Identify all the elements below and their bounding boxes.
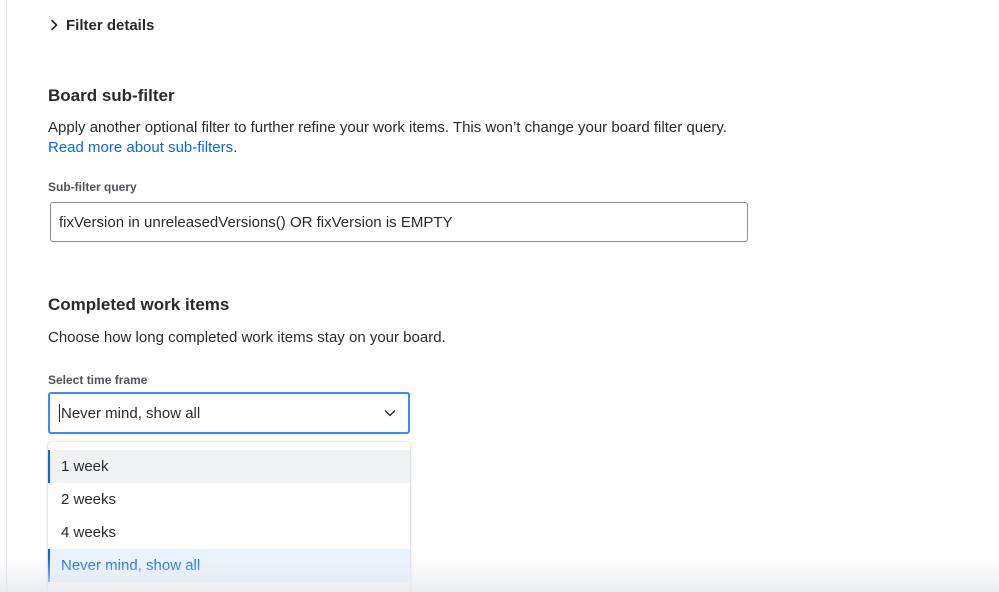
subfilter-description: Apply another optional filter to further… (48, 119, 727, 156)
time-frame-label: Select time frame (48, 373, 148, 387)
read-more-subfilters-link[interactable]: Read more about sub-filters (48, 139, 233, 156)
chevron-down-icon (384, 410, 396, 417)
time-frame-dropdown-menu: 1 week 2 weeks 4 weeks Never mind, show … (48, 442, 410, 592)
board-subfilter-heading: Board sub-filter (48, 86, 175, 105)
subfilter-query-input[interactable] (50, 202, 748, 242)
option-1-week[interactable]: 1 week (48, 450, 410, 483)
option-4-weeks[interactable]: 4 weeks (48, 516, 410, 549)
completed-work-items-heading: Completed work items (48, 295, 230, 314)
time-frame-select[interactable]: Never mind, show all (48, 392, 410, 434)
chevron-right-icon (51, 19, 58, 31)
text-cursor (59, 404, 60, 422)
filter-details-toggle[interactable]: Filter details (48, 14, 154, 36)
filter-details-label: Filter details (66, 16, 155, 34)
time-frame-selected-value: Never mind, show all (61, 404, 201, 422)
completed-description: Choose how long completed work items sta… (48, 329, 446, 346)
option-never-mind-show-all[interactable]: Never mind, show all (48, 549, 410, 582)
option-2-weeks[interactable]: 2 weeks (48, 483, 410, 516)
subfilter-query-label: Sub-filter query (48, 180, 137, 194)
left-divider (6, 0, 7, 592)
board-settings-page: Filter details Board sub-filter Apply an… (0, 0, 999, 592)
